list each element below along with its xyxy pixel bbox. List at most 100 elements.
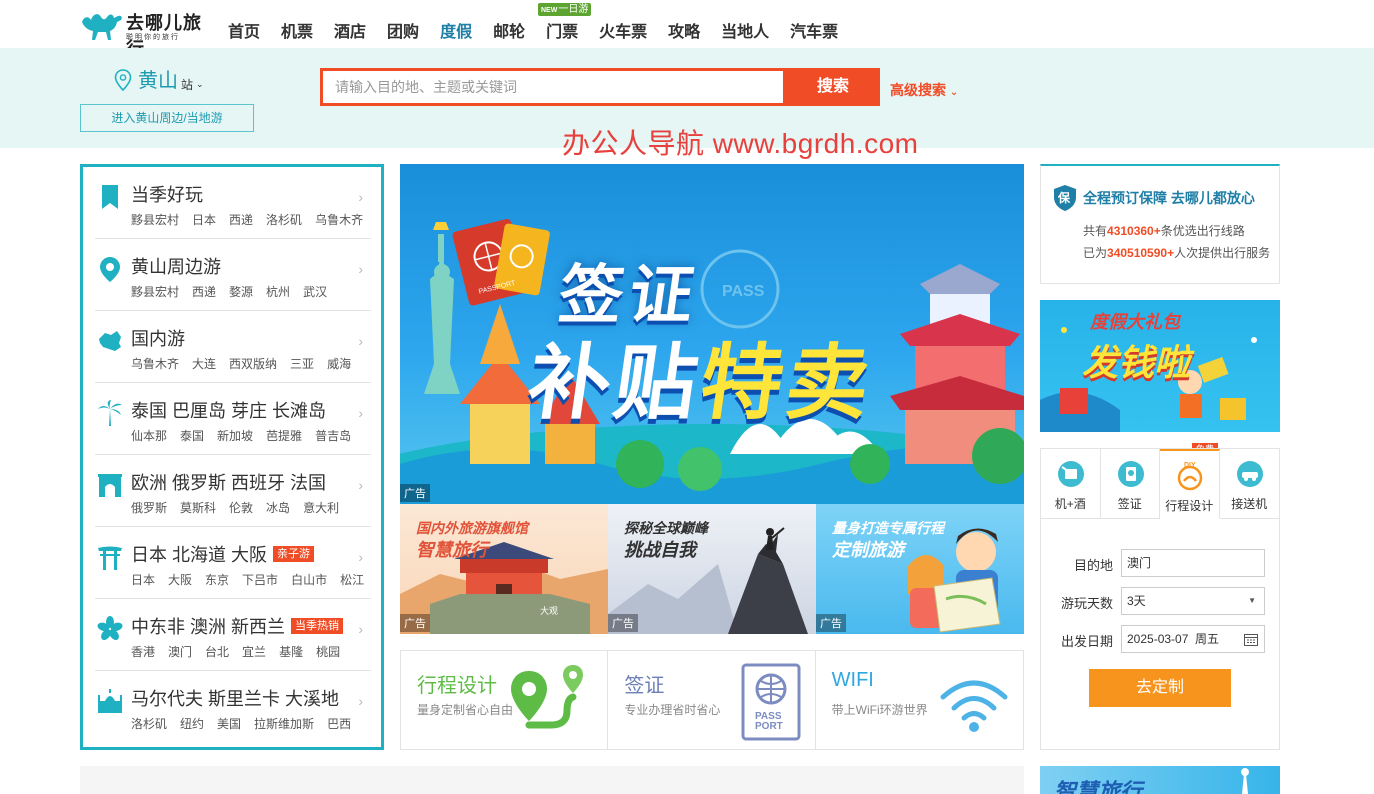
category-item-2[interactable]: 国内游 乌鲁木齐 大连 西双版纳 三亚 威海 › [95, 311, 371, 383]
category-item-3[interactable]: 泰国 巴厘岛 芽庄 长滩岛 仙本那 泰国 新加坡 芭提雅 普吉岛 › [95, 383, 371, 455]
search-button[interactable]: 搜索 [786, 68, 880, 106]
nav-item-6[interactable]: 门票 [546, 18, 578, 44]
category-link[interactable]: 普吉岛 [315, 429, 351, 443]
nearby-travel-button[interactable]: 进入黄山周边/当地游 [80, 104, 254, 132]
category-item-5[interactable]: 日本 北海道 大阪 亲子游 日本 大阪 东京 下吕市 白山市 松江 › [95, 527, 371, 599]
category-link[interactable]: 乌鲁木齐 [131, 357, 179, 371]
category-link[interactable]: 西双版纳 [229, 357, 277, 371]
main-banner[interactable]: PASSPORT PASS 签证 补贴特卖 广告 [400, 164, 1024, 504]
category-link[interactable]: 乌鲁木齐 [315, 213, 363, 227]
planner-tab-1[interactable]: 签证 [1100, 449, 1160, 519]
qunar-logo[interactable]: 去哪儿旅行 聪明你的旅行 [80, 6, 220, 59]
category-link[interactable]: 三亚 [290, 357, 314, 371]
customize-button[interactable]: 去定制 [1089, 669, 1231, 707]
svg-text:PORT: PORT [755, 721, 783, 732]
category-link[interactable]: 西递 [229, 213, 253, 227]
sub-ad-smart-travel[interactable]: 大观 国内外旅游旗舰馆 智慧旅行 广告 [400, 504, 608, 634]
city-selector[interactable]: 黄山 站 ⌄ [114, 64, 204, 93]
category-link[interactable]: 纽约 [180, 717, 204, 731]
category-link[interactable]: 基隆 [279, 645, 303, 659]
category-link[interactable]: 日本 [131, 573, 155, 587]
category-link[interactable]: 洛杉矶 [266, 213, 302, 227]
category-item-6[interactable]: 中东非 澳洲 新西兰 当季热销 香港 澳门 台北 宜兰 基隆 桃园 › [95, 599, 371, 671]
category-link[interactable]: 黟县宏村 [131, 213, 179, 227]
category-link[interactable]: 拉斯维加斯 [254, 717, 314, 731]
category-link[interactable]: 威海 [327, 357, 351, 371]
date-input[interactable]: 2025-03-07 周五 [1121, 625, 1265, 653]
sub-ad-custom-travel[interactable]: 量身打造专属行程 定制旅游 广告 [816, 504, 1024, 634]
category-title[interactable]: 国内游 [131, 325, 185, 351]
category-link[interactable]: 宜兰 [242, 645, 266, 659]
service-visa[interactable]: 签证 专业办理省时省心 PASS PORT [608, 651, 816, 749]
category-title[interactable]: 泰国 巴厘岛 芽庄 长滩岛 [131, 397, 326, 423]
planner-tab-2[interactable]: DIY 行程设计 [1160, 449, 1220, 519]
category-link[interactable]: 仙本那 [131, 429, 167, 443]
category-link[interactable]: 日本 [192, 213, 216, 227]
category-link[interactable]: 巴西 [327, 717, 351, 731]
nav-item-1[interactable]: 机票 [281, 18, 313, 44]
category-link[interactable]: 西递 [192, 285, 216, 299]
category-item-1[interactable]: 黄山周边游 黟县宏村 西递 婺源 杭州 武汉 › [95, 239, 371, 311]
category-link[interactable]: 黟县宏村 [131, 285, 179, 299]
category-title[interactable]: 黄山周边游 [131, 253, 221, 279]
category-link[interactable]: 台北 [205, 645, 229, 659]
category-item-4[interactable]: 欧洲 俄罗斯 西班牙 法国 俄罗斯 莫斯科 伦敦 冰岛 意大利 › [95, 455, 371, 527]
advanced-search-link[interactable]: 高级搜索 ⌄ [890, 80, 958, 100]
category-title[interactable]: 当季好玩 [131, 181, 203, 207]
days-select[interactable]: 3天 ▼ [1121, 587, 1265, 615]
category-link[interactable]: 婺源 [229, 285, 253, 299]
service-itinerary-design[interactable]: 行程设计 量身定制省心自由 [401, 651, 609, 749]
category-link[interactable]: 松江 [340, 573, 364, 587]
category-link[interactable]: 桃园 [316, 645, 340, 659]
nav-item-10[interactable]: 汽车票 [790, 18, 838, 44]
planner-tab-0[interactable]: 机+酒 [1041, 449, 1101, 519]
search-input[interactable]: 请输入目的地、主题或关键词 [320, 68, 786, 106]
category-link[interactable]: 大连 [192, 357, 216, 371]
nav-item-3[interactable]: 团购 [387, 18, 419, 44]
promo-banner[interactable]: 度假大礼包 发钱啦 [1040, 300, 1280, 432]
category-link[interactable]: 大阪 [168, 573, 192, 587]
category-link[interactable]: 洛杉矶 [131, 717, 167, 731]
category-link[interactable]: 下吕市 [242, 573, 278, 587]
nav-item-2[interactable]: 酒店 [334, 18, 366, 44]
category-link[interactable]: 武汉 [303, 285, 327, 299]
category-link[interactable]: 泰国 [180, 429, 204, 443]
svg-text:大观: 大观 [540, 605, 558, 616]
planner-tab-label: 签证 [1117, 497, 1142, 511]
destination-input[interactable]: 澳门 [1121, 549, 1265, 577]
nav-item-7[interactable]: 火车票 [599, 18, 647, 44]
bottom-ad[interactable]: 智慧旅行 [1040, 766, 1280, 794]
calendar-icon[interactable] [1244, 633, 1258, 646]
service-wifi[interactable]: WIFI 带上WiFi环游世界 [816, 651, 1023, 749]
sub-ad-line2: 挑战自我 [624, 540, 696, 560]
nav-item-9[interactable]: 当地人 [721, 18, 769, 44]
category-link[interactable]: 莫斯科 [180, 501, 216, 515]
sub-ad-challenge[interactable]: 探秘全球巅峰 挑战自我 广告 [608, 504, 816, 634]
category-title[interactable]: 中东非 澳洲 新西兰 当季热销 [131, 613, 344, 639]
category-title[interactable]: 欧洲 俄罗斯 西班牙 法国 [131, 469, 326, 495]
category-item-0[interactable]: 当季好玩 黟县宏村 日本 西递 洛杉矶 乌鲁木齐 › [95, 167, 371, 239]
category-title[interactable]: 马尔代夫 斯里兰卡 大溪地 [131, 685, 339, 711]
category-link[interactable]: 新加坡 [217, 429, 253, 443]
category-link[interactable]: 白山市 [291, 573, 327, 587]
category-link[interactable]: 芭提雅 [266, 429, 302, 443]
category-links: 日本 大阪 东京 下吕市 白山市 松江 [131, 571, 377, 588]
nav-item-8[interactable]: 攻略 [668, 18, 700, 44]
category-item-7[interactable]: 马尔代夫 斯里兰卡 大溪地 洛杉矶 纽约 美国 拉斯维加斯 巴西 › [95, 671, 371, 743]
category-tag: 当季热销 [291, 618, 344, 634]
nav-item-5[interactable]: 邮轮 [493, 18, 525, 44]
category-title[interactable]: 日本 北海道 大阪 亲子游 [131, 541, 315, 567]
category-link[interactable]: 香港 [131, 645, 155, 659]
nav-item-0[interactable]: 首页 [228, 18, 260, 44]
category-link[interactable]: 冰岛 [266, 501, 290, 515]
category-link[interactable]: 意大利 [303, 501, 339, 515]
nav-item-4[interactable]: 度假 [440, 18, 472, 44]
days-row: 游玩天数 3天 ▼ [1055, 587, 1265, 615]
category-link[interactable]: 澳门 [168, 645, 192, 659]
category-link[interactable]: 东京 [205, 573, 229, 587]
planner-tab-3[interactable]: 接送机 [1219, 449, 1279, 519]
category-link[interactable]: 杭州 [266, 285, 290, 299]
category-link[interactable]: 伦敦 [229, 501, 253, 515]
category-link[interactable]: 美国 [217, 717, 241, 731]
category-link[interactable]: 俄罗斯 [131, 501, 167, 515]
